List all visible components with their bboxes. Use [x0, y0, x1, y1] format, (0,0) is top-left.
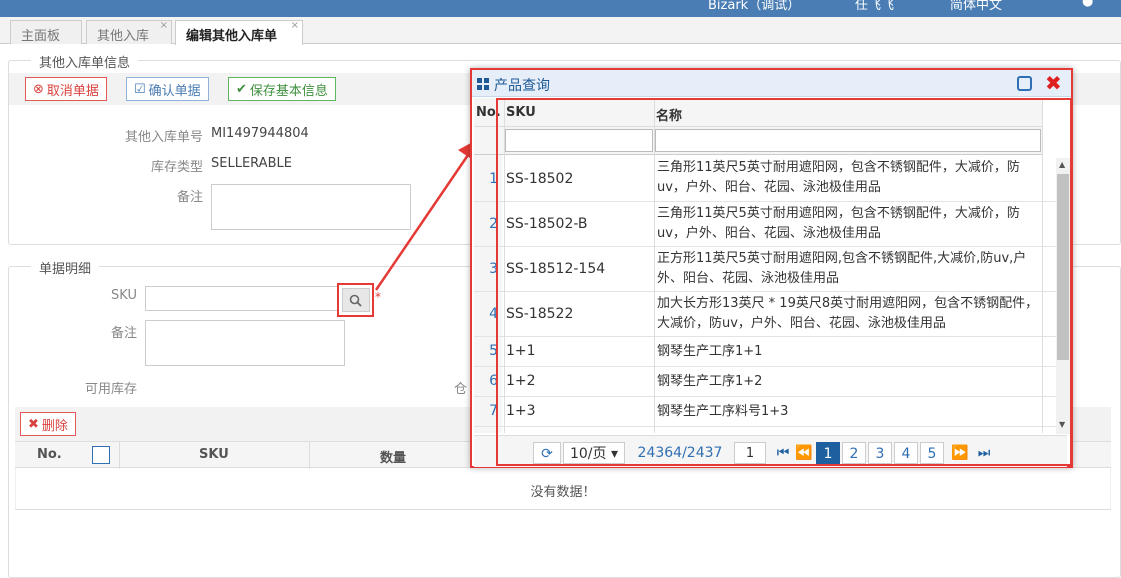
stock-type-label: 库存类型	[150, 160, 203, 175]
empty-message: 没有数据！	[530, 485, 596, 500]
sku-label: SKU	[111, 288, 137, 303]
col-qty: 数量	[380, 451, 407, 466]
detail-grid-body: 没有数据！	[15, 468, 1111, 510]
maximize-icon[interactable]	[1017, 76, 1032, 91]
sku-search-button[interactable]	[337, 283, 374, 317]
search-icon	[349, 294, 362, 307]
check-icon: ✔	[236, 81, 247, 97]
tab-bar: 主面板 其他入库 × 编辑其他入库单 ×	[0, 17, 1121, 45]
checkbox-icon: ☑	[134, 81, 146, 97]
sku-input[interactable]	[145, 286, 338, 311]
top-bar: Bizark（调试） 任飞飞 简体中文 ●	[0, 0, 1121, 17]
col-no: No.	[37, 447, 62, 462]
bell-icon[interactable]: ●	[1082, 0, 1093, 9]
detail-remark-label: 备注	[110, 326, 137, 341]
info-section-legend: 其他入库单信息	[31, 52, 139, 71]
tab-edit-other-inbound[interactable]: 编辑其他入库单 ×	[175, 20, 303, 45]
close-icon: ✖	[28, 416, 39, 432]
tab-dashboard[interactable]: 主面板	[10, 20, 82, 44]
available-stock-label: 可用库存	[84, 382, 137, 397]
order-no-label: 其他入库单号	[124, 130, 203, 145]
close-icon[interactable]: ×	[291, 20, 299, 31]
stock-type-value: SELLERABLE	[211, 156, 292, 171]
required-mark: *	[375, 290, 381, 304]
close-icon[interactable]: ✖	[1045, 71, 1062, 95]
remark-textarea[interactable]	[211, 184, 411, 230]
top-bar-system[interactable]: Bizark（调试）	[708, 0, 800, 13]
delete-button[interactable]: ✖ 删除	[20, 412, 76, 436]
detail-section-legend: 单据明细	[31, 258, 100, 277]
product-query-dialog: 产品查询 ✖ No. SKU 名称 1 SS-18502 三角形11英尺5英寸耐…	[470, 68, 1073, 468]
order-no-value: MI1497944804	[211, 126, 309, 141]
col-divider	[119, 442, 120, 469]
top-bar-user[interactable]: 任飞飞	[855, 0, 894, 13]
col-divider	[309, 442, 310, 469]
tab-other-inbound[interactable]: 其他入库 ×	[86, 20, 172, 44]
remark-label: 备注	[176, 190, 203, 205]
cancel-order-button[interactable]: ⊗ 取消单据	[25, 77, 107, 101]
confirm-order-button[interactable]: ☑ 确认单据	[126, 77, 209, 101]
dialog-title-bar[interactable]: 产品查询 ✖	[472, 70, 1071, 97]
select-all-checkbox[interactable]	[92, 446, 110, 464]
cancel-circle-icon: ⊗	[33, 81, 44, 97]
close-icon[interactable]: ×	[160, 20, 168, 31]
top-bar-language[interactable]: 简体中文	[950, 0, 1002, 13]
save-basic-info-button[interactable]: ✔ 保存基本信息	[228, 77, 336, 101]
col-sku: SKU	[199, 447, 229, 462]
dialog-title: 产品查询	[494, 78, 550, 94]
grid-icon	[477, 78, 489, 90]
highlight-frame	[496, 98, 1072, 466]
warehouse-label-partial: 仓	[454, 382, 468, 397]
detail-remark-textarea[interactable]	[145, 320, 345, 366]
